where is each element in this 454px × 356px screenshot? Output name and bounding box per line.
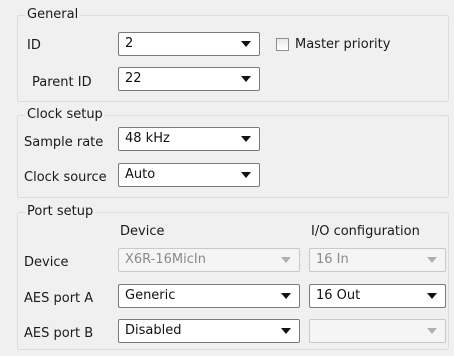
aes-port-a-device-value: Generic <box>125 288 176 303</box>
aes-port-a-io-value: 16 Out <box>316 288 361 303</box>
device-select: X6R-16MicIn <box>118 248 300 272</box>
clock-source-select-value: Auto <box>125 167 156 182</box>
clock-setup-title: Clock setup <box>25 107 105 123</box>
chevron-down-icon <box>241 136 251 142</box>
device-io-select: 16 In <box>309 248 446 272</box>
id-select[interactable]: 2 <box>118 32 260 56</box>
clock-source-label: Clock source <box>24 170 107 185</box>
chevron-down-icon <box>281 293 291 299</box>
device-select-value: X6R-16MicIn <box>125 252 206 267</box>
aes-port-b-label: AES port B <box>24 326 94 341</box>
device-column-header: Device <box>120 224 165 239</box>
chevron-down-icon <box>281 257 291 263</box>
sample-rate-select[interactable]: 48 kHz <box>118 127 260 151</box>
device-io-select-value: 16 In <box>316 252 349 267</box>
sample-rate-label: Sample rate <box>24 135 104 150</box>
parent-id-label: Parent ID <box>32 75 92 90</box>
port-setup-title: Port setup <box>25 204 96 220</box>
chevron-down-icon <box>241 76 251 82</box>
clock-source-select[interactable]: Auto <box>118 163 260 187</box>
chevron-down-icon <box>281 328 291 334</box>
parent-id-select[interactable]: 22 <box>118 67 260 91</box>
chevron-down-icon <box>241 172 251 178</box>
master-priority-label[interactable]: Master priority <box>295 37 390 53</box>
device-row-label: Device <box>24 255 69 270</box>
aes-port-a-label: AES port A <box>24 291 94 306</box>
id-select-value: 2 <box>125 36 134 51</box>
chevron-down-icon <box>427 257 437 263</box>
aes-port-a-io-select[interactable]: 16 Out <box>309 284 446 308</box>
chevron-down-icon <box>427 328 437 334</box>
aes-port-b-device-select[interactable]: Disabled <box>118 319 300 343</box>
parent-id-select-value: 22 <box>125 71 142 86</box>
general-title: General <box>25 7 81 23</box>
id-label: ID <box>27 38 41 53</box>
sample-rate-select-value: 48 kHz <box>125 131 170 146</box>
chevron-down-icon <box>241 41 251 47</box>
io-configuration-column-header: I/O configuration <box>311 224 420 239</box>
master-priority-checkbox[interactable] <box>276 38 289 51</box>
aes-port-a-device-select[interactable]: Generic <box>118 284 300 308</box>
aes-port-b-io-select <box>309 319 446 343</box>
chevron-down-icon <box>427 293 437 299</box>
aes-port-b-device-value: Disabled <box>125 323 182 338</box>
